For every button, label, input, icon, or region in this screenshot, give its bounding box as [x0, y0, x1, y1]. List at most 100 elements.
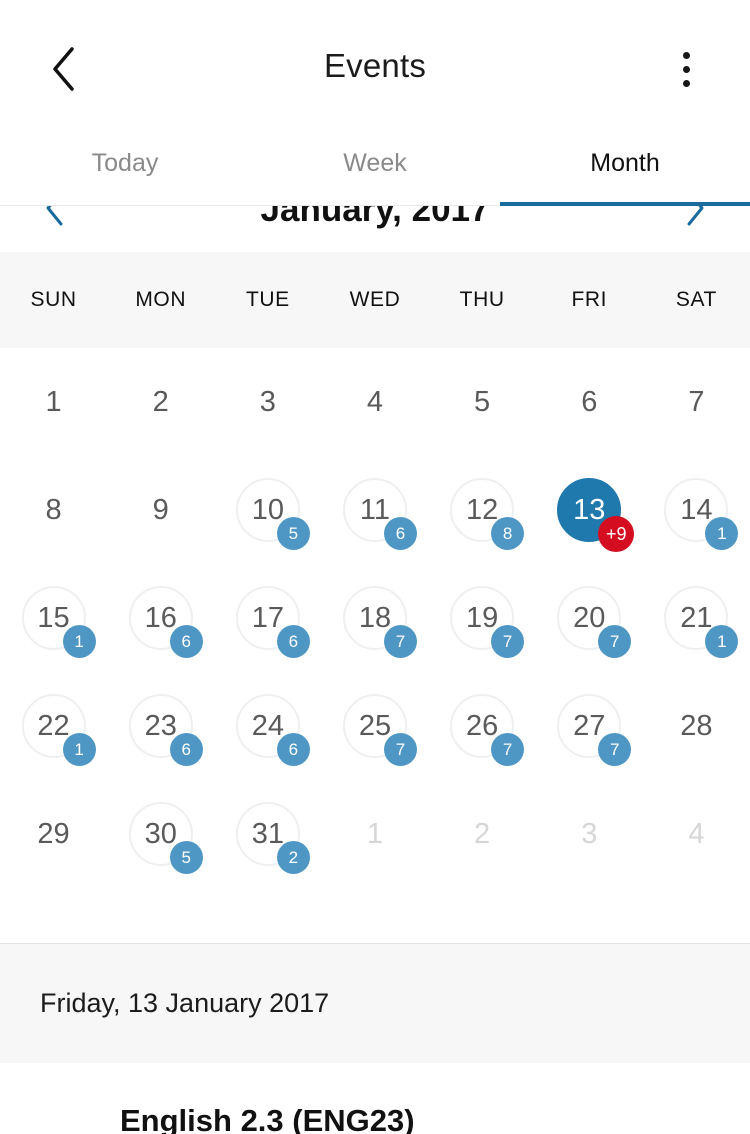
calendar-day-cell[interactable]: 3 [214, 348, 321, 456]
weekday-header: SUN MON TUE WED THU FRI SAT [0, 252, 750, 348]
weekday-label-mon: MON [135, 288, 187, 311]
day-marker: 21 1 [664, 586, 739, 658]
weekday-label-thu: THU [459, 288, 505, 311]
calendar-day-cell[interactable]: 3 [536, 780, 643, 888]
day-number: 3 [259, 385, 276, 418]
tab-today[interactable]: Today [0, 122, 250, 205]
day-marker: 31 2 [235, 802, 310, 874]
calendar-day-cell[interactable]: 16 6 [107, 564, 214, 672]
day-marker: 3 [557, 802, 621, 866]
tab-week[interactable]: Week [250, 122, 500, 205]
day-marker: 20 7 [557, 586, 632, 658]
calendar-day-cell[interactable]: 11 6 [321, 456, 428, 564]
day-marker: 29 [22, 802, 86, 866]
calendar-week-row: 1 2 3 4 5 6 7 [0, 348, 750, 456]
calendar-day-cell[interactable]: 15 1 [0, 564, 107, 672]
day-marker: 2 [450, 802, 514, 866]
calendar-grid: 1 2 3 4 5 6 7 8 9 10 5 11 6 12 8 13 +9 14 1 15 1 16 6 17 6 18 7 19 7… [0, 348, 750, 943]
calendar-week-row: 22 1 23 6 24 6 25 7 26 7 27 7 28 [0, 672, 750, 780]
app-bar: Events [0, 0, 750, 138]
day-marker: 4 [343, 370, 407, 434]
calendar-day-cell[interactable]: 20 7 [536, 564, 643, 672]
calendar-day-cell[interactable]: 9 [107, 456, 214, 564]
event-count-badge: 5 [169, 841, 203, 874]
event-count-badge: 7 [383, 733, 417, 766]
calendar-day-cell[interactable]: 13 +9 [536, 456, 643, 564]
calendar-day-cell[interactable]: 4 [643, 780, 750, 888]
day-marker: 10 5 [235, 478, 310, 550]
calendar-day-cell[interactable]: 5 [429, 348, 536, 456]
event-count-badge: 7 [491, 733, 525, 766]
day-marker: 5 [450, 370, 514, 434]
weekday-label-wed: WED [349, 288, 401, 311]
event-count-badge: 6 [169, 625, 203, 658]
event-count-badge: 7 [598, 733, 632, 766]
day-number: 9 [152, 493, 169, 526]
calendar-day-cell[interactable]: 24 6 [214, 672, 321, 780]
event-count-badge: 6 [169, 733, 203, 766]
calendar-day-cell[interactable]: 12 8 [429, 456, 536, 564]
event-count-badge: 6 [276, 625, 310, 658]
day-marker: 12 8 [450, 478, 525, 550]
calendar-day-cell[interactable]: 27 7 [536, 672, 643, 780]
calendar-day-cell[interactable]: 28 [643, 672, 750, 780]
calendar-day-cell[interactable]: 22 1 [0, 672, 107, 780]
event-count-badge: 6 [383, 517, 417, 550]
day-number: 4 [688, 817, 705, 850]
day-marker: 8 [22, 478, 86, 542]
calendar-day-cell[interactable]: 31 2 [214, 780, 321, 888]
more-vertical-icon[interactable] [664, 40, 708, 98]
calendar-day-cell[interactable]: 14 1 [643, 456, 750, 564]
event-count-badge: 1 [705, 517, 739, 550]
day-number: 3 [581, 817, 598, 850]
calendar-day-cell[interactable]: 19 7 [429, 564, 536, 672]
calendar-day-cell[interactable]: 1 [0, 348, 107, 456]
day-marker: 7 [664, 370, 728, 434]
day-marker: 27 7 [557, 694, 632, 766]
weekday-label-sat: SAT [675, 288, 717, 311]
event-item-title[interactable]: English 2.3 (ENG23) [120, 1103, 415, 1134]
day-number: 8 [45, 493, 62, 526]
day-number: 29 [37, 817, 70, 850]
calendar-day-cell[interactable]: 8 [0, 456, 107, 564]
calendar-week-row: 15 1 16 6 17 6 18 7 19 7 20 7 21 1 [0, 564, 750, 672]
calendar-day-cell[interactable]: 29 [0, 780, 107, 888]
calendar-day-cell[interactable]: 7 [643, 348, 750, 456]
calendar-day-cell[interactable]: 23 6 [107, 672, 214, 780]
event-count-badge-alert: +9 [598, 516, 635, 552]
calendar-day-cell[interactable]: 26 7 [429, 672, 536, 780]
calendar-day-cell[interactable]: 2 [107, 348, 214, 456]
calendar-day-cell[interactable]: 18 7 [321, 564, 428, 672]
event-count-badge: 1 [62, 625, 96, 658]
events-calendar-screen: Events January, 2017 Today Week Month SU… [0, 0, 750, 1134]
day-marker: 9 [129, 478, 193, 542]
event-count-badge: 1 [62, 733, 96, 766]
selected-date-header: Friday, 13 January 2017 [0, 943, 750, 1063]
day-marker: 17 6 [235, 586, 310, 658]
calendar-day-cell[interactable]: 10 5 [214, 456, 321, 564]
event-count-badge: 5 [276, 517, 310, 550]
day-marker: 23 6 [128, 694, 203, 766]
weekday-label-fri: FRI [571, 288, 608, 311]
day-marker: 2 [129, 370, 193, 434]
event-count-badge: 8 [491, 517, 525, 550]
day-number: 1 [366, 817, 384, 850]
day-marker: 14 1 [664, 478, 739, 550]
calendar-day-cell[interactable]: 4 [321, 348, 428, 456]
day-marker: 1 [22, 370, 86, 434]
event-count-badge: 7 [383, 625, 417, 658]
day-marker: 30 5 [128, 802, 203, 874]
event-count-badge: 7 [491, 625, 525, 658]
day-number: 6 [581, 385, 598, 418]
calendar-day-cell[interactable]: 1 [321, 780, 428, 888]
calendar-day-cell[interactable]: 25 7 [321, 672, 428, 780]
event-list: English 2.3 (ENG23) [0, 1063, 750, 1134]
calendar-day-cell[interactable]: 21 1 [643, 564, 750, 672]
tab-month[interactable]: Month [500, 122, 750, 206]
calendar-day-cell[interactable]: 17 6 [214, 564, 321, 672]
event-count-badge: 2 [276, 841, 310, 874]
calendar-day-cell[interactable]: 2 [429, 780, 536, 888]
day-marker: 13 +9 [557, 478, 635, 552]
calendar-day-cell[interactable]: 30 5 [107, 780, 214, 888]
calendar-day-cell[interactable]: 6 [536, 348, 643, 456]
